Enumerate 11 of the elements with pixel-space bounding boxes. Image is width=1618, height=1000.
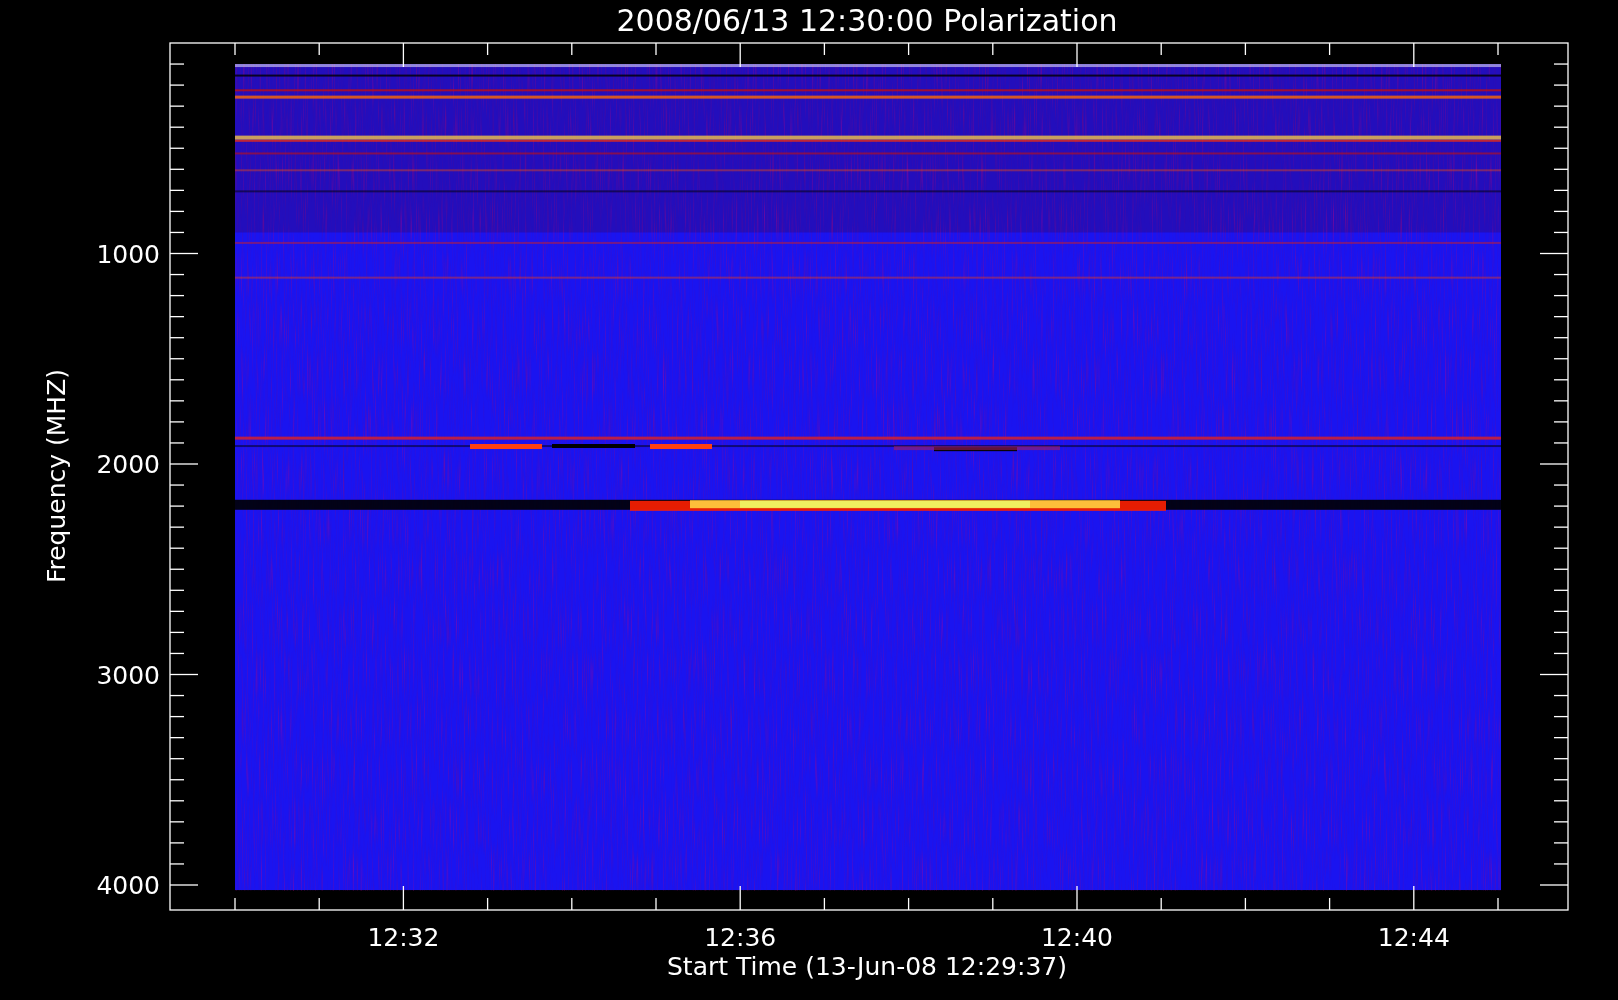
y-tick-label: 1000	[96, 239, 160, 269]
x-tick-label: 12:44	[1377, 923, 1450, 952]
y-tick-label: 2000	[96, 450, 160, 479]
plot-title: 2008/06/13 12:30:00 Polarization	[616, 3, 1118, 38]
x-axis-label: Start Time (13-Jun-08 12:29:37)	[667, 952, 1067, 981]
x-tick-label: 12:36	[704, 923, 777, 952]
y-tick-label: 3000	[96, 660, 160, 690]
y-tick-label: 4000	[96, 871, 160, 900]
x-tick-label: 12:32	[367, 923, 440, 952]
x-tick-label: 12:40	[1041, 923, 1113, 952]
y-axis-label: Frequency (MHZ)	[42, 368, 71, 584]
